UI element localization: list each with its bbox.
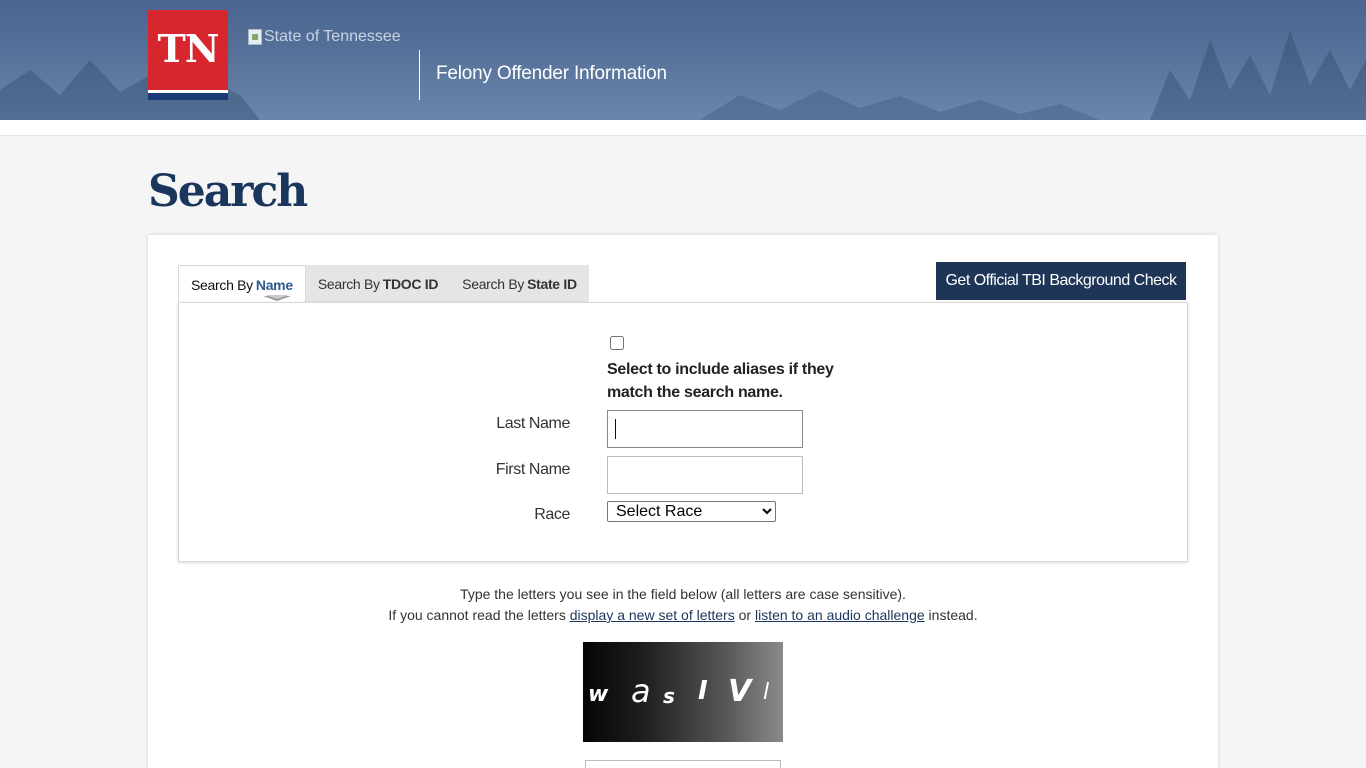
text-cursor bbox=[615, 419, 616, 439]
tab-prefix: Search By bbox=[317, 276, 380, 292]
first-name-label: First Name bbox=[495, 461, 571, 478]
captcha-letter: w bbox=[588, 682, 609, 707]
audio-challenge-link[interactable]: listen to an audio challenge bbox=[755, 607, 925, 623]
tab-label: State ID bbox=[527, 276, 577, 292]
tab-label: Name bbox=[255, 276, 293, 293]
tn-logo-text: TN bbox=[157, 26, 219, 71]
tab-search-by-name[interactable]: Search By Name bbox=[178, 265, 306, 303]
header-divider bbox=[419, 50, 420, 100]
captcha-or-text: or bbox=[738, 607, 752, 623]
captcha-line-1: Type the letters you see in the field be… bbox=[460, 586, 906, 602]
captcha-letter: s bbox=[663, 684, 675, 708]
captcha-line-2: If you cannot read the letters display a… bbox=[148, 605, 1218, 626]
tab-search-by-state-id[interactable]: Search By State ID bbox=[450, 265, 589, 303]
logo-stripe-blue bbox=[148, 93, 228, 100]
captcha-letter: l bbox=[763, 680, 770, 705]
captcha-line-2-suffix: instead. bbox=[928, 607, 978, 623]
tn-logo[interactable]: TN bbox=[148, 10, 228, 100]
tab-search-by-tdoc-id[interactable]: Search By TDOC ID bbox=[305, 265, 451, 303]
active-tab-caret-icon bbox=[263, 295, 291, 301]
include-aliases-checkbox[interactable] bbox=[610, 336, 624, 350]
site-title[interactable]: Felony Offender Information bbox=[436, 63, 667, 85]
tab-prefix: Search By bbox=[462, 276, 525, 292]
last-name-input[interactable] bbox=[607, 410, 803, 448]
header-subbar bbox=[0, 120, 1366, 136]
state-of-tennessee-image[interactable]: State of Tennessee bbox=[248, 26, 401, 48]
captcha-instructions: Type the letters you see in the field be… bbox=[148, 584, 1218, 626]
new-letters-link[interactable]: display a new set of letters bbox=[570, 607, 735, 623]
captcha-image: w a s I V l bbox=[583, 642, 783, 742]
captcha-input[interactable] bbox=[585, 760, 781, 768]
tab-prefix: Search By bbox=[191, 276, 253, 293]
site-header: TN State of Tennessee Felony Offender In… bbox=[0, 0, 1366, 120]
include-aliases-label: Select to include aliases if they match … bbox=[607, 361, 834, 401]
captcha-line-2-prefix: If you cannot read the letters bbox=[388, 607, 566, 623]
broken-image-icon bbox=[248, 29, 262, 45]
captcha-letter: a bbox=[631, 672, 651, 710]
tab-label: TDOC ID bbox=[382, 276, 439, 292]
state-image-alt-text: State of Tennessee bbox=[264, 28, 401, 45]
captcha-letter: I bbox=[698, 676, 708, 706]
last-name-label: Last Name bbox=[496, 415, 570, 432]
first-name-input[interactable] bbox=[607, 456, 803, 494]
page-title: Search bbox=[148, 166, 308, 217]
search-tabs: Search By Name Search By TDOC ID Search … bbox=[178, 265, 589, 303]
race-label: Race bbox=[534, 506, 570, 523]
tbi-background-check-button[interactable]: Get Official TBI Background Check bbox=[936, 262, 1186, 300]
captcha-letter: V bbox=[728, 674, 752, 709]
race-select[interactable]: Select Race bbox=[607, 501, 776, 522]
